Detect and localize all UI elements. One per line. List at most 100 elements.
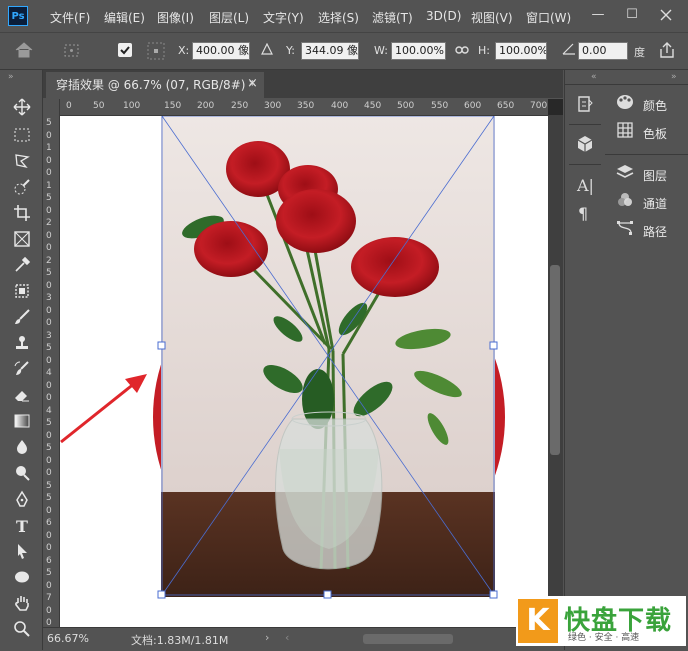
- width-field[interactable]: 100.00%: [391, 42, 446, 60]
- horizontal-ruler: 0 50 100 150 200 250 300 350 400 450 500…: [43, 99, 548, 116]
- minimize-button[interactable]: —: [584, 4, 612, 26]
- menu-file[interactable]: 文件(F): [50, 9, 90, 26]
- ruler-h-label: 400: [331, 101, 349, 111]
- quick-selection-tool-icon[interactable]: [11, 178, 33, 200]
- ruler-v-label: 3: [46, 293, 52, 303]
- type-tool-icon[interactable]: T: [11, 516, 33, 538]
- color-panel-tab[interactable]: 颜色: [615, 94, 667, 116]
- link-icon[interactable]: [455, 44, 469, 59]
- ruler-v-label: 0: [46, 618, 52, 627]
- home-icon[interactable]: [14, 41, 44, 61]
- eyedropper-tool-icon[interactable]: [11, 256, 33, 278]
- menu-layer[interactable]: 图层(L): [209, 9, 249, 26]
- ruler-h-label: 500: [397, 101, 415, 111]
- vertical-scrollbar[interactable]: [548, 115, 563, 627]
- status-bar: 66.67% 文档:1.83M/1.81M › ‹: [43, 627, 563, 651]
- ruler-v-label: 0: [46, 130, 52, 141]
- dodge-tool-icon[interactable]: [11, 464, 33, 486]
- menu-edit[interactable]: 编辑(E): [104, 9, 145, 26]
- status-menu-arrow-icon[interactable]: ›: [265, 631, 269, 644]
- w-label: W:: [374, 44, 388, 57]
- zoom-tool-icon[interactable]: [11, 620, 33, 642]
- menu-image[interactable]: 图像(I): [157, 9, 194, 26]
- vertical-ruler: 5 0 1 0 0 1 5 0 2 0 0 2 5 0 3 0 0 3 5 0 4 0 0 4 5 0 5 0 0 5 5 0 6 0 0 6 5 0 7 0…: [43, 99, 60, 627]
- menu-bar: Ps 文件(F) 编辑(E) 图像(I) 图层(L) 文字(Y) 选择(S) 滤…: [0, 0, 688, 33]
- x-position-field[interactable]: 400.00 像素: [192, 42, 250, 60]
- marquee-tool-icon[interactable]: [11, 126, 33, 148]
- color-panel-label: 颜色: [643, 99, 668, 113]
- ruler-h-label: 350: [297, 101, 315, 111]
- history-brush-tool-icon[interactable]: [11, 360, 33, 382]
- hscroll-left-arrow-icon[interactable]: ‹: [285, 631, 289, 644]
- menu-view[interactable]: 视图(V): [471, 9, 513, 26]
- collapse-arrows-icon[interactable]: »: [671, 72, 677, 82]
- gradient-tool-icon[interactable]: [11, 412, 33, 434]
- watermark-logo: K 快盘下载 绿色 · 安全 · 高速: [516, 596, 686, 646]
- history-panel-icon[interactable]: [575, 94, 595, 117]
- photoshop-logo-icon: Ps: [8, 6, 28, 26]
- frame-tool-icon[interactable]: [11, 230, 33, 252]
- document-tab-close-button[interactable]: ×: [247, 76, 258, 91]
- ruler-v-label: 1: [46, 143, 52, 153]
- swatches-panel-tab[interactable]: 色板: [615, 122, 667, 144]
- healing-brush-tool-icon[interactable]: [11, 282, 33, 304]
- ruler-h-label: 650: [497, 101, 515, 111]
- share-icon[interactable]: [658, 41, 676, 62]
- pen-tool-icon[interactable]: [11, 490, 33, 512]
- menu-filter[interactable]: 滤镜(T): [372, 9, 413, 26]
- ruler-h-label: 250: [231, 101, 249, 111]
- reference-grid-icon[interactable]: [146, 41, 168, 61]
- document-size-info: 文档:1.83M/1.81M: [131, 634, 229, 647]
- height-field[interactable]: 100.00%: [495, 42, 547, 60]
- collapse-arrows-icon[interactable]: »: [8, 72, 14, 82]
- swatches-grid-icon: [615, 122, 635, 145]
- layers-icon: [615, 164, 635, 187]
- ruler-v-label: 0: [46, 530, 52, 541]
- path-selection-tool-icon[interactable]: [11, 542, 33, 564]
- ruler-v-label: 0: [46, 380, 52, 391]
- close-window-button[interactable]: [652, 4, 680, 26]
- ruler-h-label: 600: [464, 101, 482, 111]
- ruler-v-label: 0: [46, 318, 52, 328]
- paragraph-panel-icon[interactable]: ¶: [578, 204, 588, 223]
- paths-panel-label: 路径: [643, 225, 668, 239]
- menu-select[interactable]: 选择(S): [318, 9, 359, 26]
- degree-label: 度: [634, 46, 645, 59]
- canvas-area[interactable]: [43, 99, 563, 627]
- ruler-h-label: 550: [431, 101, 449, 111]
- channels-panel-tab[interactable]: 通道: [615, 192, 667, 214]
- collapsed-panel-column: « A| ¶: [564, 70, 606, 650]
- ruler-v-label: 0: [46, 455, 52, 466]
- clone-stamp-tool-icon[interactable]: [11, 334, 33, 356]
- y-label: Y:: [286, 44, 295, 57]
- zoom-level[interactable]: 66.67%: [47, 632, 89, 645]
- menu-type[interactable]: 文字(Y): [263, 9, 304, 26]
- 3d-panel-icon[interactable]: [575, 134, 595, 157]
- lasso-tool-icon[interactable]: [11, 152, 33, 174]
- ruler-v-label: 4: [46, 368, 52, 378]
- menu-3d[interactable]: 3D(D): [426, 9, 461, 23]
- maximize-button[interactable]: ☐: [618, 4, 646, 26]
- hand-tool-icon[interactable]: [11, 594, 33, 616]
- paths-icon: [615, 220, 635, 243]
- rotate-angle-field[interactable]: 0.00: [578, 42, 628, 60]
- brush-tool-icon[interactable]: [11, 308, 33, 330]
- relative-position-icon[interactable]: [261, 42, 273, 58]
- character-panel-icon[interactable]: A|: [577, 176, 594, 195]
- move-tool-icon[interactable]: [11, 98, 33, 120]
- menu-window[interactable]: 窗口(W): [526, 9, 571, 26]
- blur-tool-icon[interactable]: [11, 438, 33, 460]
- vertical-scrollbar-thumb[interactable]: [550, 265, 560, 455]
- document-tab[interactable]: 穿插效果 @ 66.7% (07, RGB/8#) *: [46, 72, 264, 98]
- y-position-field[interactable]: 344.09 像素: [301, 42, 359, 60]
- reference-checkbox[interactable]: [118, 43, 132, 57]
- eraser-tool-icon[interactable]: [11, 386, 33, 408]
- layers-panel-tab[interactable]: 图层: [615, 164, 667, 186]
- crop-tool-icon[interactable]: [11, 204, 33, 226]
- ellipse-tool-icon[interactable]: [11, 568, 33, 590]
- paths-panel-tab[interactable]: 路径: [615, 220, 667, 242]
- reference-point-icon[interactable]: [62, 41, 82, 61]
- ruler-v-label: 0: [46, 305, 52, 316]
- collapse-arrows-icon[interactable]: «: [591, 72, 597, 82]
- horizontal-scrollbar-thumb[interactable]: [363, 634, 453, 644]
